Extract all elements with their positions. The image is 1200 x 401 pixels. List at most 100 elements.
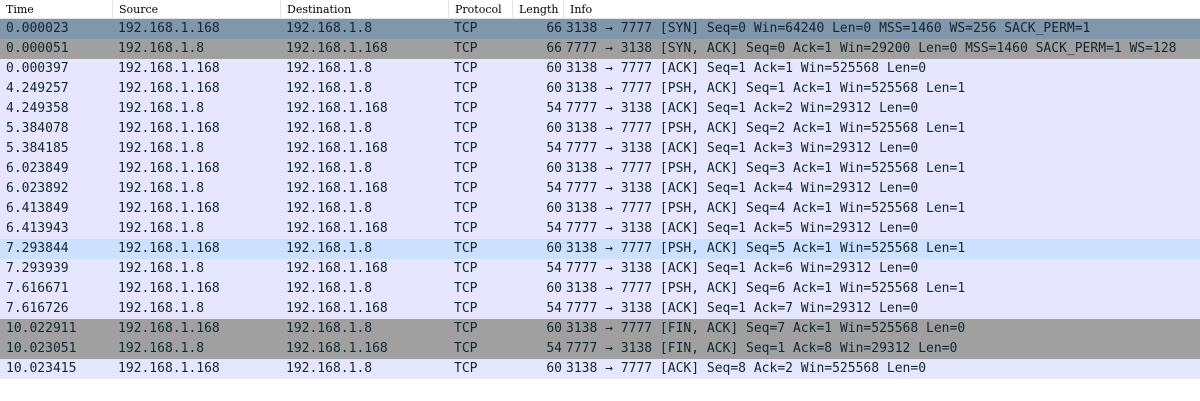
cell-time: 6.413849: [6, 201, 69, 216]
cell-source: 192.168.1.168: [118, 361, 220, 376]
cell-source: 192.168.1.168: [118, 21, 220, 36]
cell-info: 3138 → 7777 [SYN] Seq=0 Win=64240 Len=0 …: [566, 21, 1091, 36]
table-row[interactable]: 7.293844 192.168.1.168 192.168.1.8 TCP 60 313…: [0, 239, 1200, 259]
cell-length: 60: [546, 121, 562, 136]
cell-protocol: TCP: [454, 281, 478, 296]
cell-time: 6.023892: [6, 181, 69, 196]
cell-length: 54: [546, 181, 562, 196]
table-row[interactable]: 7.616671 192.168.1.168 192.168.1.8 TCP 60 313…: [0, 279, 1200, 299]
cell-protocol: TCP: [454, 301, 478, 316]
cell-info: 3138 → 7777 [PSH, ACK] Seq=4 Ack=1 Win=5…: [566, 201, 966, 216]
cell-info: 3138 → 7777 [PSH, ACK] Seq=2 Ack=1 Win=5…: [566, 121, 966, 136]
cell-length: 60: [546, 61, 562, 76]
column-header-info[interactable]: Info: [564, 0, 1200, 19]
cell-time: 0.000051: [6, 41, 69, 56]
cell-time: 5.384078: [6, 121, 69, 136]
cell-source: 192.168.1.8: [118, 141, 205, 156]
column-header-source[interactable]: Source: [113, 0, 281, 19]
cell-destination: 192.168.1.8: [286, 241, 373, 256]
cell-source: 192.168.1.168: [118, 201, 220, 216]
cell-time: 7.293844: [6, 241, 69, 256]
cell-protocol: TCP: [454, 321, 478, 336]
cell-protocol: TCP: [454, 261, 478, 276]
cell-source: 192.168.1.168: [118, 121, 220, 136]
table-row[interactable]: 7.616726 192.168.1.8 192.168.1.168 TCP 54 777…: [0, 299, 1200, 319]
cell-destination: 192.168.1.8: [286, 81, 373, 96]
column-header-length[interactable]: Length: [513, 0, 564, 19]
packet-list: Time Source Destination Protocol Length …: [0, 0, 1200, 401]
table-row[interactable]: 0.000023 192.168.1.168 192.168.1.8 TCP 66 313…: [0, 19, 1200, 39]
cell-info: 7777 → 3138 [ACK] Seq=1 Ack=3 Win=29312 …: [566, 141, 919, 156]
cell-info: 3138 → 7777 [ACK] Seq=1 Ack=1 Win=525568…: [566, 61, 927, 76]
cell-source: 192.168.1.8: [118, 301, 205, 316]
table-row[interactable]: 6.413849 192.168.1.168 192.168.1.8 TCP 60 313…: [0, 199, 1200, 219]
cell-destination: 192.168.1.168: [286, 221, 388, 236]
cell-protocol: TCP: [454, 181, 478, 196]
cell-length: 54: [546, 101, 562, 116]
cell-time: 6.413943: [6, 221, 69, 236]
table-row[interactable]: 5.384078 192.168.1.168 192.168.1.8 TCP 60 313…: [0, 119, 1200, 139]
cell-source: 192.168.1.168: [118, 61, 220, 76]
table-row[interactable]: 10.023415 192.168.1.168 192.168.1.8 TCP 60 31…: [0, 359, 1200, 379]
cell-protocol: TCP: [454, 161, 478, 176]
table-row[interactable]: 0.000397 192.168.1.168 192.168.1.8 TCP 60 313…: [0, 59, 1200, 79]
cell-time: 7.616671: [6, 281, 69, 296]
cell-protocol: TCP: [454, 61, 478, 76]
cell-destination: 192.168.1.8: [286, 61, 373, 76]
cell-protocol: TCP: [454, 341, 478, 356]
cell-info: 7777 → 3138 [ACK] Seq=1 Ack=5 Win=29312 …: [566, 221, 919, 236]
table-row[interactable]: 6.023892 192.168.1.8 192.168.1.168 TCP 54 777…: [0, 179, 1200, 199]
cell-source: 192.168.1.168: [118, 81, 220, 96]
cell-info: 3138 → 7777 [PSH, ACK] Seq=3 Ack=1 Win=5…: [566, 161, 966, 176]
cell-length: 54: [546, 341, 562, 356]
cell-destination: 192.168.1.8: [286, 121, 373, 136]
cell-source: 192.168.1.8: [118, 221, 205, 236]
cell-source: 192.168.1.168: [118, 321, 220, 336]
cell-destination: 192.168.1.168: [286, 261, 388, 276]
cell-protocol: TCP: [454, 101, 478, 116]
cell-info: 7777 → 3138 [FIN, ACK] Seq=1 Ack=8 Win=2…: [566, 341, 958, 356]
table-row[interactable]: 5.384185 192.168.1.8 192.168.1.168 TCP 54 777…: [0, 139, 1200, 159]
column-header-time[interactable]: Time: [0, 0, 113, 19]
cell-time: 6.023849: [6, 161, 69, 176]
cell-protocol: TCP: [454, 361, 478, 376]
cell-source: 192.168.1.8: [118, 101, 205, 116]
cell-info: 3138 → 7777 [ACK] Seq=8 Ack=2 Win=525568…: [566, 361, 927, 376]
cell-time: 7.616726: [6, 301, 69, 316]
cell-time: 10.023415: [6, 361, 77, 376]
cell-source: 192.168.1.8: [118, 261, 205, 276]
cell-source: 192.168.1.168: [118, 161, 220, 176]
cell-protocol: TCP: [454, 241, 478, 256]
cell-time: 4.249358: [6, 101, 69, 116]
cell-length: 60: [546, 321, 562, 336]
table-row[interactable]: 4.249257 192.168.1.168 192.168.1.8 TCP 60 313…: [0, 79, 1200, 99]
column-header-destination[interactable]: Destination: [281, 0, 449, 19]
table-row[interactable]: 10.022911 192.168.1.168 192.168.1.8 TCP 60 31…: [0, 319, 1200, 339]
table-row[interactable]: 6.023849 192.168.1.168 192.168.1.8 TCP 60 313…: [0, 159, 1200, 179]
cell-info: 7777 → 3138 [ACK] Seq=1 Ack=4 Win=29312 …: [566, 181, 919, 196]
cell-time: 0.000023: [6, 21, 69, 36]
table-row[interactable]: 0.000051 192.168.1.8 192.168.1.168 TCP 66 777…: [0, 39, 1200, 59]
cell-info: 7777 → 3138 [ACK] Seq=1 Ack=6 Win=29312 …: [566, 261, 919, 276]
cell-source: 192.168.1.8: [118, 41, 205, 56]
column-header-protocol[interactable]: Protocol: [449, 0, 513, 19]
cell-length: 54: [546, 261, 562, 276]
cell-length: 60: [546, 361, 562, 376]
cell-destination: 192.168.1.8: [286, 361, 373, 376]
cell-length: 60: [546, 81, 562, 96]
cell-info: 3138 → 7777 [FIN, ACK] Seq=7 Ack=1 Win=5…: [566, 321, 966, 336]
cell-length: 60: [546, 201, 562, 216]
packet-list-header: Time Source Destination Protocol Length …: [0, 0, 1200, 19]
table-row[interactable]: 7.293939 192.168.1.8 192.168.1.168 TCP 54 777…: [0, 259, 1200, 279]
cell-protocol: TCP: [454, 141, 478, 156]
cell-destination: 192.168.1.8: [286, 201, 373, 216]
cell-info: 3138 → 7777 [PSH, ACK] Seq=1 Ack=1 Win=5…: [566, 81, 966, 96]
table-row[interactable]: 6.413943 192.168.1.8 192.168.1.168 TCP 54 777…: [0, 219, 1200, 239]
table-row[interactable]: 10.023051 192.168.1.8 192.168.1.168 TCP 54 77…: [0, 339, 1200, 359]
cell-destination: 192.168.1.168: [286, 41, 388, 56]
cell-length: 60: [546, 281, 562, 296]
cell-info: 3138 → 7777 [PSH, ACK] Seq=6 Ack=1 Win=5…: [566, 281, 966, 296]
cell-destination: 192.168.1.168: [286, 301, 388, 316]
table-row[interactable]: 4.249358 192.168.1.8 192.168.1.168 TCP 54 777…: [0, 99, 1200, 119]
cell-time: 10.022911: [6, 321, 77, 336]
